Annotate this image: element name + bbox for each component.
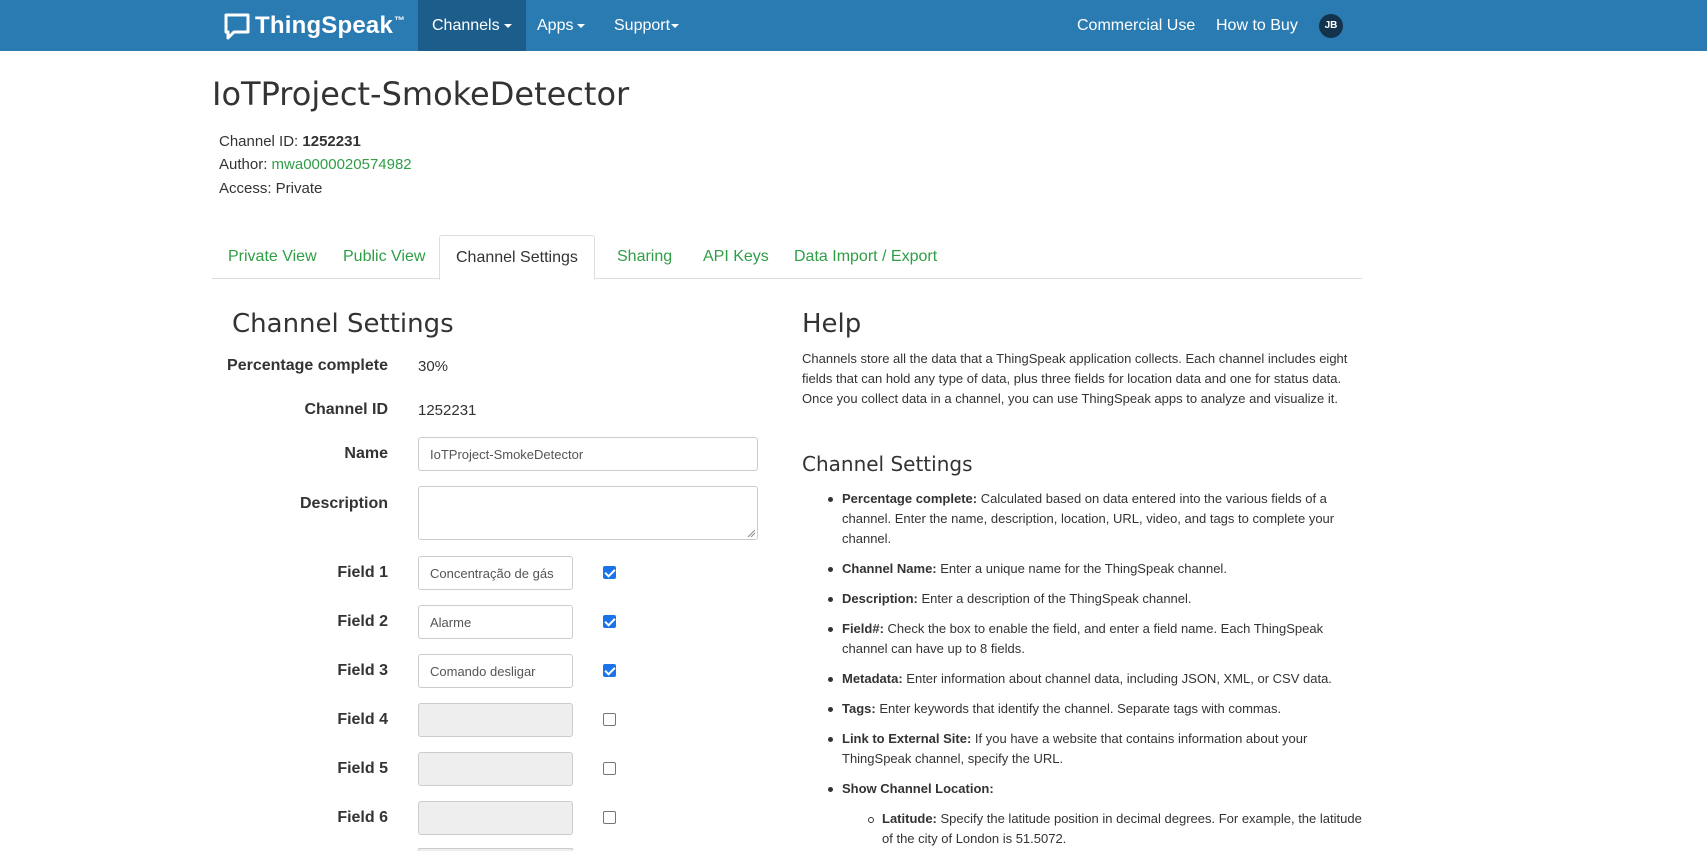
list-item: Show Channel Location: Latitude: Specify… bbox=[828, 779, 1362, 849]
channel-id-field-value: 1252231 bbox=[418, 402, 477, 419]
list-item: Metadata: Enter information about channe… bbox=[828, 669, 1362, 689]
caret-down-icon bbox=[577, 23, 586, 28]
field-3-input[interactable]: Comando desligar bbox=[418, 654, 573, 688]
tab-api-keys[interactable]: API Keys bbox=[687, 235, 785, 279]
channel-tabs: Private View Public View Channel Setting… bbox=[212, 235, 1362, 280]
name-input[interactable]: IoTProject-SmokeDetector bbox=[418, 437, 758, 471]
help-list: Percentage complete: Calculated based on… bbox=[828, 489, 1362, 859]
sub-list: Latitude: Specify the latitude position … bbox=[868, 809, 1362, 849]
tab-data-import-export[interactable]: Data Import / Export bbox=[778, 235, 953, 279]
percentage-label: Percentage complete bbox=[227, 357, 388, 374]
settings-title: Channel Settings bbox=[232, 309, 454, 339]
field-3-checkbox[interactable] bbox=[603, 664, 616, 677]
tab-channel-settings[interactable]: Channel Settings bbox=[439, 235, 595, 280]
field-5-checkbox[interactable] bbox=[603, 762, 616, 775]
tab-private-view[interactable]: Private View bbox=[212, 235, 333, 279]
channel-id-line: Channel ID: 1252231 bbox=[219, 133, 361, 150]
author-line: Author: mwa0000020574982 bbox=[219, 156, 412, 173]
field-5-label: Field 5 bbox=[337, 760, 388, 777]
list-item: Link to External Site: If you have a web… bbox=[828, 729, 1362, 769]
tab-sharing[interactable]: Sharing bbox=[601, 235, 688, 279]
list-item: Percentage complete: Calculated based on… bbox=[828, 489, 1362, 549]
field-1-input[interactable]: Concentração de gás bbox=[418, 556, 573, 590]
user-avatar[interactable]: JB bbox=[1319, 14, 1343, 38]
nav-channels-menu[interactable]: Channels bbox=[418, 0, 526, 51]
name-label: Name bbox=[344, 445, 388, 462]
nav-commercial-use[interactable]: Commercial Use bbox=[1063, 0, 1209, 51]
help-intro: Channels store all the data that a Thing… bbox=[802, 351, 1348, 406]
access-line: Access: Private bbox=[219, 180, 323, 197]
list-item: Field#: Check the box to enable the fiel… bbox=[828, 619, 1362, 659]
field-2-label: Field 2 bbox=[337, 613, 388, 630]
resize-grip-icon bbox=[747, 529, 755, 537]
field-6-input[interactable] bbox=[418, 801, 573, 835]
field-6-label: Field 6 bbox=[337, 809, 388, 826]
caret-down-icon bbox=[671, 23, 680, 28]
brand-name: ThingSpeak™ bbox=[255, 12, 406, 39]
description-textarea[interactable] bbox=[418, 486, 758, 540]
author-link[interactable]: mwa0000020574982 bbox=[272, 156, 412, 173]
list-item: Tags: Enter keywords that identify the c… bbox=[828, 699, 1362, 719]
caret-down-icon bbox=[503, 23, 512, 28]
channel-id-value: 1252231 bbox=[302, 133, 361, 150]
list-item: Channel Name: Enter a unique name for th… bbox=[828, 559, 1362, 579]
tab-public-view[interactable]: Public View bbox=[327, 235, 441, 279]
field-1-label: Field 1 bbox=[337, 564, 388, 581]
field-6-checkbox[interactable] bbox=[603, 811, 616, 824]
channel-id-label: Channel ID bbox=[304, 401, 388, 418]
sub-list-item: Latitude: Specify the latitude position … bbox=[868, 809, 1362, 849]
speech-bubble-icon bbox=[224, 13, 250, 40]
field-5-input[interactable] bbox=[418, 752, 573, 786]
percentage-value: 30% bbox=[418, 358, 449, 375]
help-title: Help bbox=[802, 309, 862, 339]
help-settings-title: Channel Settings bbox=[802, 452, 973, 476]
description-label: Description bbox=[299, 495, 388, 512]
list-item: Description: Enter a description of the … bbox=[828, 589, 1362, 609]
field-3-label: Field 3 bbox=[337, 662, 388, 679]
field-2-input[interactable]: Alarme bbox=[418, 605, 573, 639]
nav-support-menu[interactable]: Support bbox=[600, 0, 693, 51]
nav-how-to-buy[interactable]: How to Buy bbox=[1202, 0, 1312, 51]
field-2-checkbox[interactable] bbox=[603, 615, 616, 628]
page-title: IoTProject-SmokeDetector bbox=[212, 75, 630, 113]
brand-logo[interactable]: ThingSpeak™ bbox=[223, 10, 405, 42]
field-4-checkbox[interactable] bbox=[603, 713, 616, 726]
field-1-checkbox[interactable] bbox=[603, 566, 616, 579]
nav-apps-menu[interactable]: Apps bbox=[523, 0, 599, 51]
top-navbar: ThingSpeak™ Channels Apps Support Commer… bbox=[0, 0, 1707, 51]
field-4-label: Field 4 bbox=[337, 711, 388, 728]
field-4-input[interactable] bbox=[418, 703, 573, 737]
